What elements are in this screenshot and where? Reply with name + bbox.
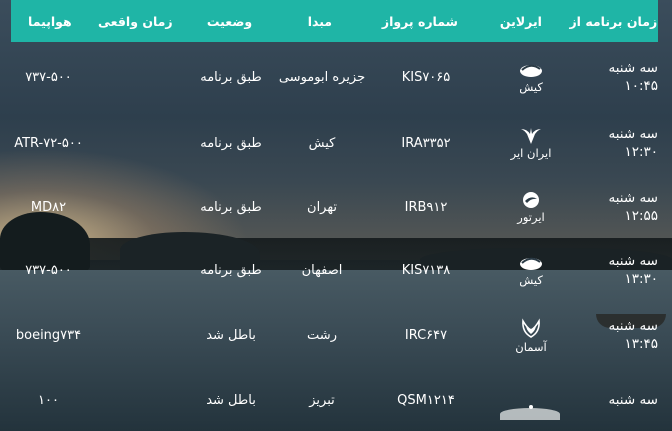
flight-number-cell: KIS۷۱۳۸ — [401, 262, 451, 278]
table-header: زمان برنامه از ایرلاین شماره پرواز مبدا … — [11, 0, 658, 42]
day-label: سه شنبه — [608, 318, 658, 334]
status-cell: طبق برنامه — [200, 262, 262, 278]
aircraft-cell: ۷۳۷-۵۰۰ — [25, 69, 72, 85]
time-label: ۱۲:۳۰ — [624, 144, 658, 160]
status-cell: طبق برنامه — [200, 199, 262, 215]
scheduled-time-cell: سه شنبه ۱۳:۴۵ — [577, 317, 672, 353]
airline-cell: ایران ایر — [485, 126, 577, 160]
table-row[interactable]: سه شنبه ۱۲:۵۵ ایرتور IRB۹۱۲ تهران طبق بر… — [0, 177, 672, 237]
day-label: سه شنبه — [608, 126, 658, 142]
table-row[interactable]: سه شنبه ۱۰:۴۵ کیش KIS۷۰۶۵ جزیره ابوموسی … — [0, 47, 672, 107]
iran-airtour-logo-icon — [523, 192, 539, 208]
day-label: سه شنبه — [608, 253, 658, 269]
aircraft-cell: boeing۷۳۴ — [15, 327, 82, 343]
day-label: سه شنبه — [608, 392, 658, 408]
airline-name: آسمان — [515, 340, 547, 354]
airline-name: کیش — [519, 273, 543, 287]
table-row[interactable]: سه شنبه ۱۳:۴۵ آسمان IRC۶۴۷ رشت باطل شد b… — [0, 305, 672, 365]
time-label: ۱۳:۴۵ — [624, 336, 658, 352]
flight-number-cell: IRA۳۳۵۲ — [401, 135, 451, 151]
day-label: سه شنبه — [608, 190, 658, 206]
header-actual-time[interactable]: زمان واقعی — [89, 14, 182, 29]
airline-cell: آسمان — [485, 316, 577, 354]
flight-schedule-table: زمان برنامه از ایرلاین شماره پرواز مبدا … — [0, 0, 672, 431]
flight-number-cell: IRC۶۴۷ — [404, 327, 448, 343]
header-flight-number[interactable]: شماره پرواز — [363, 14, 478, 29]
header-origin[interactable]: مبدا — [277, 14, 362, 29]
aircraft-cell: ۱۰۰ — [38, 392, 59, 408]
aseman-logo-icon — [522, 318, 540, 338]
header-aircraft[interactable]: هواپیما — [11, 14, 89, 29]
airline-cell: کیش — [485, 253, 577, 287]
status-cell: باطل شد — [206, 392, 256, 408]
origin-cell: اصفهان — [301, 262, 343, 278]
time-label: ۱۰:۴۵ — [624, 78, 658, 94]
airline-cell: کیش — [485, 60, 577, 94]
airline-cell — [485, 390, 577, 410]
aircraft-cell: ATR-۷۲-۵۰۰ — [14, 135, 83, 151]
header-status[interactable]: وضعیت — [182, 14, 277, 29]
time-label: ۱۲:۵۵ — [624, 208, 658, 224]
airline-name: ایران ایر — [510, 146, 552, 160]
kish-air-logo-icon — [520, 64, 542, 77]
scheduled-time-cell: سه شنبه — [577, 391, 672, 409]
flight-number-cell: IRB۹۱۲ — [404, 199, 448, 215]
scheduled-time-cell: سه شنبه ۱۳:۳۰ — [577, 252, 672, 288]
table-row[interactable]: سه شنبه QSM۱۲۱۴ تبریز باطل شد ۱۰۰ — [0, 370, 672, 430]
status-cell: طبق برنامه — [200, 135, 262, 151]
origin-cell: کیش — [308, 135, 336, 151]
origin-cell: تبریز — [309, 392, 335, 408]
qeshm-air-logo-icon — [529, 405, 533, 409]
aircraft-cell: ۷۳۷-۵۰۰ — [25, 262, 72, 278]
airline-cell: ایرتور — [485, 190, 577, 224]
flight-number-cell: QSM۱۲۱۴ — [397, 392, 455, 408]
airline-name: ایرتور — [517, 210, 545, 224]
status-cell: طبق برنامه — [200, 69, 262, 85]
flight-number-cell: KIS۷۰۶۵ — [401, 69, 451, 85]
iran-air-logo-icon — [521, 128, 541, 144]
aircraft-cell: MD۸۲ — [30, 199, 67, 215]
status-cell: باطل شد — [206, 327, 256, 343]
origin-cell: تهران — [307, 199, 337, 215]
origin-cell: جزیره ابوموسی — [278, 69, 366, 85]
scheduled-time-cell: سه شنبه ۱۰:۴۵ — [577, 59, 672, 95]
day-label: سه شنبه — [608, 60, 658, 76]
kish-air-logo-icon — [520, 257, 542, 270]
table-row[interactable]: سه شنبه ۱۳:۳۰ کیش KIS۷۱۳۸ اصفهان طبق برن… — [0, 240, 672, 300]
origin-cell: رشت — [307, 327, 337, 343]
header-airline[interactable]: ایرلاین — [477, 14, 564, 29]
header-scheduled-time[interactable]: زمان برنامه از — [565, 14, 658, 29]
table-row[interactable]: سه شنبه ۱۲:۳۰ ایران ایر IRA۳۳۵۲ کیش طبق … — [0, 113, 672, 173]
airline-name: کیش — [519, 80, 543, 94]
time-label: ۱۳:۳۰ — [624, 271, 658, 287]
scheduled-time-cell: سه شنبه ۱۲:۵۵ — [577, 189, 672, 225]
scheduled-time-cell: سه شنبه ۱۲:۳۰ — [577, 125, 672, 161]
